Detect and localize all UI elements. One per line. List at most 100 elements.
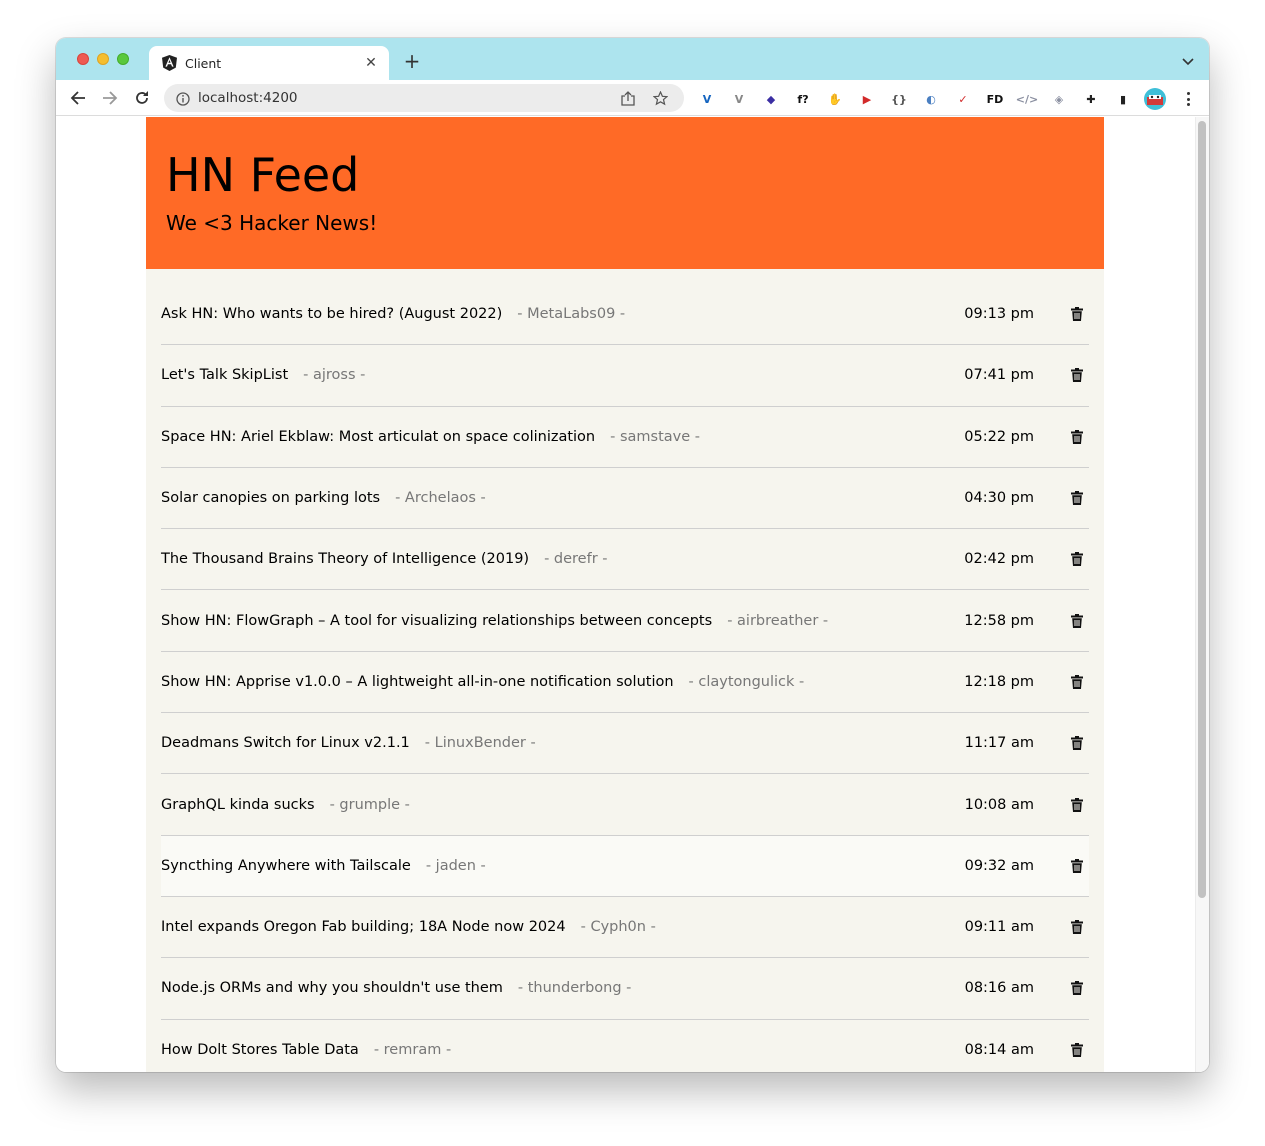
video-speed-icon[interactable]: ▶ xyxy=(858,90,876,108)
browser-toolbar: localhost:4200 V V ◆ f? ✋ ▶ {} ◐ ✓ FD </> ◈ ✚ ▮ xyxy=(56,80,1209,116)
bookmark-star-icon[interactable] xyxy=(652,90,668,106)
story-author: - LinuxBender - xyxy=(424,735,536,752)
new-tab-button[interactable]: + xyxy=(402,51,422,71)
story-title[interactable]: The Thousand Brains Theory of Intelligen… xyxy=(161,551,529,567)
story-title[interactable]: GraphQL kinda sucks xyxy=(161,797,315,813)
browser-menu-icon[interactable] xyxy=(1180,90,1196,108)
trash-icon[interactable] xyxy=(1070,490,1084,506)
feed-row[interactable]: Show HN: Apprise v1.0.0 – A lightweight … xyxy=(161,652,1089,714)
story-time: 04:30 pm xyxy=(964,490,1034,507)
maximize-window-button[interactable] xyxy=(117,53,129,65)
share-icon[interactable] xyxy=(620,90,636,106)
back-icon[interactable] xyxy=(68,88,88,108)
story-title[interactable]: Space HN: Ariel Ekblaw: Most articulat o… xyxy=(161,429,595,445)
feed-row[interactable]: Node.js ORMs and why you shouldn't use t… xyxy=(161,958,1089,1020)
tab-close-icon[interactable]: ✕ xyxy=(363,55,379,71)
vue-devtools-icon[interactable]: V xyxy=(698,90,716,108)
sidepanel-icon[interactable]: ▮ xyxy=(1114,90,1132,108)
feed-row[interactable]: Ask HN: Who wants to be hired? (August 2… xyxy=(161,284,1089,346)
story-time: 09:11 am xyxy=(964,919,1034,936)
forward-icon[interactable] xyxy=(100,88,120,108)
chevron-down-icon[interactable] xyxy=(1181,53,1195,67)
trash-icon[interactable] xyxy=(1070,1042,1084,1058)
story-title[interactable]: How Dolt Stores Table Data xyxy=(161,1042,359,1058)
trash-icon[interactable] xyxy=(1070,674,1084,690)
tab-bar: Client ✕ + xyxy=(56,38,1209,80)
story-author: - airbreather - xyxy=(727,612,829,629)
story-title[interactable]: Ask HN: Who wants to be hired? (August 2… xyxy=(161,306,502,322)
story-time: 07:41 pm xyxy=(964,367,1034,384)
trash-icon[interactable] xyxy=(1070,429,1084,445)
story-time: 10:08 am xyxy=(964,796,1034,813)
close-window-button[interactable] xyxy=(77,53,89,65)
story-author: - jaden - xyxy=(425,857,486,874)
story-title[interactable]: Show HN: Apprise v1.0.0 – A lightweight … xyxy=(161,674,674,690)
trash-icon[interactable] xyxy=(1070,858,1084,874)
trash-icon[interactable] xyxy=(1070,797,1084,813)
story-title[interactable]: Deadmans Switch for Linux v2.1.1 xyxy=(161,735,410,751)
story-time: 11:17 am xyxy=(964,735,1034,752)
feed-row[interactable]: Solar canopies on parking lots - Archelao… xyxy=(161,468,1089,530)
profile-avatar[interactable] xyxy=(1144,88,1166,110)
scrollbar[interactable] xyxy=(1195,117,1209,1072)
minimize-window-button[interactable] xyxy=(97,53,109,65)
feed-row[interactable]: Show HN: FlowGraph – A tool for visualiz… xyxy=(161,590,1089,652)
feed-row[interactable]: Deadmans Switch for Linux v2.1.1 - LinuxB… xyxy=(161,713,1089,775)
trash-icon[interactable] xyxy=(1070,980,1084,996)
tab-title: Client xyxy=(185,55,222,71)
story-title[interactable]: Syncthing Anywhere with Tailscale xyxy=(161,858,411,874)
scrollbar-thumb[interactable] xyxy=(1198,121,1206,898)
trash-icon[interactable] xyxy=(1070,551,1084,567)
story-title[interactable]: Intel expands Oregon Fab building; 18A N… xyxy=(161,919,566,935)
story-title[interactable]: Show HN: FlowGraph – A tool for visualiz… xyxy=(161,613,712,629)
feed-row[interactable]: Syncthing Anywhere with Tailscale - jaden… xyxy=(161,835,1089,897)
feed-row[interactable]: Space HN: Ariel Ekblaw: Most articulat o… xyxy=(161,407,1089,468)
font-finder-icon[interactable]: f? xyxy=(794,90,812,108)
todo-check-icon[interactable]: ✓ xyxy=(954,90,972,108)
page-subtitle: We <3 Hacker News! xyxy=(166,211,378,235)
lighthouse-icon[interactable]: ◐ xyxy=(922,90,940,108)
story-author: - Archelaos - xyxy=(395,490,486,507)
trash-icon[interactable] xyxy=(1070,735,1084,751)
story-title[interactable]: Solar canopies on parking lots xyxy=(161,490,380,506)
page-title: HN Feed xyxy=(166,148,360,202)
app-header: HN Feed We <3 Hacker News! xyxy=(146,117,1104,269)
reload-icon[interactable] xyxy=(132,88,152,108)
trash-icon[interactable] xyxy=(1070,306,1084,322)
feed-row[interactable]: Intel expands Oregon Fab building; 18A N… xyxy=(161,897,1089,959)
url-text[interactable]: localhost:4200 xyxy=(198,90,620,106)
story-author: - claytongulick - xyxy=(688,673,805,690)
story-title[interactable]: Node.js ORMs and why you shouldn't use t… xyxy=(161,980,503,996)
feed-row[interactable]: How Dolt Stores Table Data - remram - 08:1… xyxy=(161,1020,1089,1072)
story-title[interactable]: Let's Talk SkipList xyxy=(161,367,288,383)
feed-row[interactable]: Let's Talk SkipList - ajross - 07:41 pm xyxy=(161,345,1089,407)
info-icon[interactable] xyxy=(176,91,190,106)
page-viewport: HN Feed We <3 Hacker News! Ask HN: Who w… xyxy=(56,117,1209,1072)
graduation-cap-icon[interactable]: ◆ xyxy=(762,90,780,108)
trash-icon[interactable] xyxy=(1070,613,1084,629)
address-bar[interactable]: localhost:4200 xyxy=(164,84,684,112)
story-author: - ajross - xyxy=(303,367,366,384)
puzzle-icon[interactable]: ✚ xyxy=(1082,90,1100,108)
story-author: - MetaLabs09 - xyxy=(517,306,626,323)
angular-icon xyxy=(161,55,177,71)
story-time: 09:32 am xyxy=(964,857,1034,874)
trash-icon[interactable] xyxy=(1070,919,1084,935)
feed-list: Ask HN: Who wants to be hired? (August 2… xyxy=(146,269,1104,1072)
fd-icon[interactable]: FD xyxy=(986,90,1004,108)
story-time: 09:13 pm xyxy=(964,306,1034,323)
story-time: 08:16 am xyxy=(964,980,1034,997)
feed-row[interactable]: GraphQL kinda sucks - grumple - 10:08 am xyxy=(161,774,1089,836)
code-icon[interactable]: </> xyxy=(1016,90,1038,108)
feed-row[interactable]: The Thousand Brains Theory of Intelligen… xyxy=(161,529,1089,591)
story-author: - samstave - xyxy=(610,428,700,445)
browser-tab[interactable]: Client ✕ xyxy=(149,46,389,80)
json-viewer-icon[interactable]: {} xyxy=(890,90,908,108)
adblock-icon[interactable]: ✋ xyxy=(826,90,844,108)
trash-icon[interactable] xyxy=(1070,367,1084,383)
vue-devtools-grey-icon[interactable]: V xyxy=(730,90,748,108)
shield-icon[interactable]: ◈ xyxy=(1050,90,1068,108)
story-time: 12:18 pm xyxy=(964,673,1034,690)
story-author: - remram - xyxy=(373,1041,452,1058)
browser-window: Client ✕ + localhost:4200 V V ◆ f? ✋ ▶ {… xyxy=(56,38,1209,1072)
